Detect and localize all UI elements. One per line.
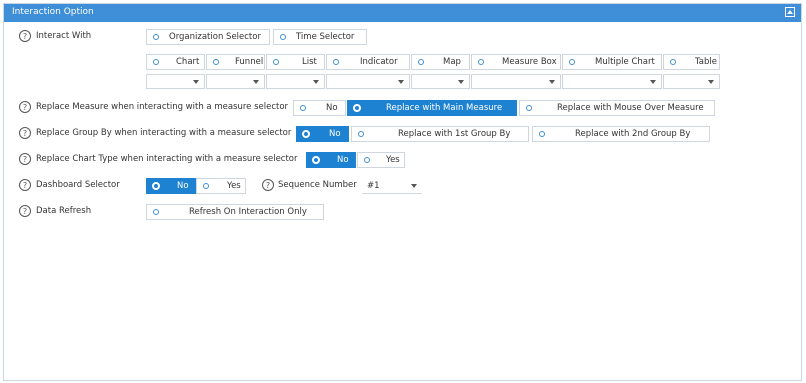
- radio-icon: [280, 34, 286, 40]
- widget-options-row: Chart Funnel List Indicator Map Measure …: [4, 53, 801, 73]
- radio-icon: [312, 156, 320, 164]
- interaction-option-panel: Interaction Option ? Interact With Organ…: [3, 3, 802, 381]
- radio-icon: [333, 59, 339, 65]
- funnel-option[interactable]: Funnel: [206, 54, 265, 70]
- data-refresh-row: ? Data Refresh Refresh On Interaction On…: [4, 202, 801, 222]
- dashboard-selector-row: ? Dashboard Selector No Yes ? Sequence N…: [4, 176, 801, 196]
- replace-chart-type-label: Replace Chart Type when interacting with…: [36, 154, 298, 164]
- panel-title: Interaction Option: [12, 7, 94, 17]
- dashboard-selector-no-option[interactable]: No: [146, 178, 196, 194]
- radio-icon: [153, 34, 159, 40]
- organization-selector-option[interactable]: Organization Selector: [146, 29, 270, 45]
- table-option[interactable]: Table: [663, 54, 720, 70]
- radio-icon: [300, 105, 306, 111]
- replace-with-1st-group-by-option[interactable]: Replace with 1st Group By: [351, 126, 529, 142]
- dashboard-selector-label: Dashboard Selector: [36, 180, 120, 190]
- multiple-chart-option[interactable]: Multiple Chart: [562, 54, 662, 70]
- radio-icon: [418, 59, 424, 65]
- help-icon[interactable]: ?: [19, 30, 31, 42]
- list-dropdown[interactable]: [266, 74, 325, 89]
- help-icon[interactable]: ?: [19, 101, 31, 113]
- refresh-on-interaction-only-option[interactable]: Refresh On Interaction Only: [146, 204, 324, 220]
- chevron-down-icon: [398, 80, 404, 84]
- map-dropdown[interactable]: [411, 74, 470, 89]
- time-selector-option[interactable]: Time Selector: [273, 29, 367, 45]
- radio-icon: [670, 59, 676, 65]
- radio-icon: [526, 105, 532, 111]
- sequence-number-label: Sequence Number: [278, 180, 357, 190]
- measure-box-dropdown[interactable]: [471, 74, 561, 89]
- radio-icon: [302, 130, 310, 138]
- radio-icon: [153, 59, 159, 65]
- list-option[interactable]: List: [266, 54, 325, 70]
- replace-with-2nd-group-by-option[interactable]: Replace with 2nd Group By: [532, 126, 710, 142]
- help-icon[interactable]: ?: [262, 179, 274, 191]
- sequence-number-dropdown[interactable]: #1: [362, 179, 422, 194]
- replace-chart-type-row: ? Replace Chart Type when interacting wi…: [4, 150, 801, 170]
- map-option[interactable]: Map: [411, 54, 470, 70]
- radio-icon: [364, 157, 370, 163]
- interact-with-row: ? Interact With Organization Selector Ti…: [4, 28, 801, 48]
- replace-measure-label: Replace Measure when interacting with a …: [36, 102, 289, 112]
- radio-icon: [152, 182, 160, 190]
- radio-icon: [569, 59, 575, 65]
- replace-group-by-label: Replace Group By when interacting with a…: [36, 128, 292, 138]
- indicator-option[interactable]: Indicator: [326, 54, 410, 70]
- chevron-down-icon: [708, 80, 714, 84]
- chart-dropdown[interactable]: [146, 74, 205, 89]
- funnel-dropdown[interactable]: [206, 74, 265, 89]
- radio-icon: [203, 183, 209, 189]
- radio-icon: [213, 59, 219, 65]
- interact-with-label: Interact With: [36, 31, 92, 41]
- data-refresh-label: Data Refresh: [36, 206, 92, 216]
- help-icon[interactable]: ?: [19, 179, 31, 191]
- chevron-down-icon: [458, 80, 464, 84]
- chevron-down-icon: [411, 184, 417, 188]
- chevron-down-icon: [549, 80, 555, 84]
- help-icon[interactable]: ?: [19, 127, 31, 139]
- radio-icon: [539, 131, 545, 137]
- chevron-down-icon: [650, 80, 656, 84]
- chart-option[interactable]: Chart: [146, 54, 205, 70]
- replace-chart-type-yes-option[interactable]: Yes: [357, 152, 405, 168]
- replace-measure-row: ? Replace Measure when interacting with …: [4, 98, 801, 118]
- radio-icon: [358, 131, 364, 137]
- replace-with-main-measure-option[interactable]: Replace with Main Measure: [347, 100, 517, 116]
- widget-dropdowns-row: [4, 73, 801, 93]
- measure-box-option[interactable]: Measure Box: [471, 54, 561, 70]
- radio-icon: [353, 104, 361, 112]
- multiple-chart-dropdown[interactable]: [562, 74, 662, 89]
- replace-measure-no-option[interactable]: No: [293, 100, 346, 116]
- radio-icon: [153, 209, 159, 215]
- replace-group-by-row: ? Replace Group By when interacting with…: [4, 124, 801, 144]
- radio-icon: [273, 59, 279, 65]
- chevron-down-icon: [193, 80, 199, 84]
- dashboard-selector-yes-option[interactable]: Yes: [196, 178, 246, 194]
- radio-icon: [478, 59, 484, 65]
- panel-header: Interaction Option: [4, 4, 801, 22]
- indicator-dropdown[interactable]: [326, 74, 410, 89]
- chevron-down-icon: [313, 80, 319, 84]
- help-icon[interactable]: ?: [19, 153, 31, 165]
- help-icon[interactable]: ?: [19, 205, 31, 217]
- replace-chart-type-no-option[interactable]: No: [306, 152, 356, 168]
- replace-with-mouse-over-measure-option[interactable]: Replace with Mouse Over Measure: [519, 100, 715, 116]
- replace-group-by-no-option[interactable]: No: [296, 126, 349, 142]
- chevron-down-icon: [253, 80, 259, 84]
- table-dropdown[interactable]: [663, 74, 720, 89]
- collapse-up-icon[interactable]: [785, 7, 795, 17]
